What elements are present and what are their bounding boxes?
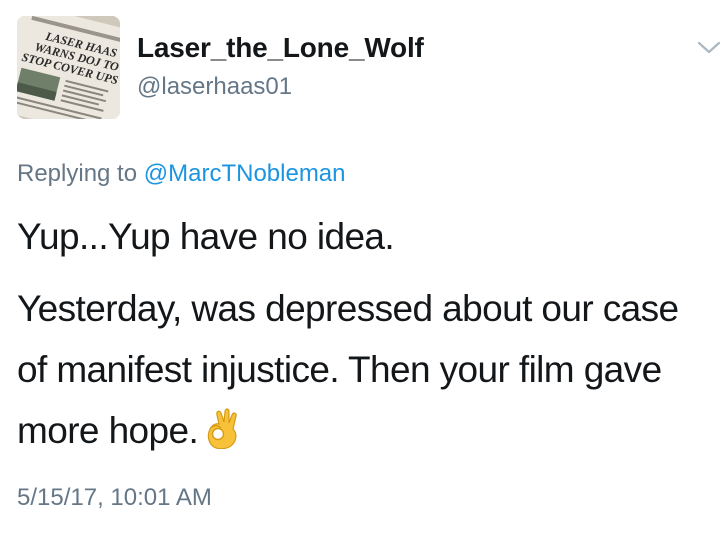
tweet-timestamp[interactable]: 5/15/17, 10:01 AM [17,484,212,512]
replying-to-label: Replying to [17,160,138,187]
avatar[interactable]: LASER HAAS WARNS DOJ TO STOP COVER UPS [17,16,120,119]
tweet-text-body: Yesterday, was depressed about our case … [17,288,679,451]
newspaper-avatar-icon: LASER HAAS WARNS DOJ TO STOP COVER UPS [17,16,120,119]
replying-to: Replying to @MarcTNobleman [17,160,346,188]
tweet-text-line-1: Yup...Yup have no idea. [17,216,395,257]
display-name[interactable]: Laser_the_Lone_Wolf [137,32,424,64]
user-handle[interactable]: @laserhaas01 [137,73,292,101]
reply-mention-link[interactable]: @MarcTNobleman [144,160,346,187]
tweet-text: Yup...Yup have no idea. Yesterday, was d… [17,206,717,461]
ok-hand-emoji-icon [204,406,242,450]
chevron-down-icon[interactable] [694,36,724,60]
tweet-card: LASER HAAS WARNS DOJ TO STOP COVER UPS L… [0,0,726,534]
tweet-text-line-2: Yesterday, was depressed about our case … [17,278,717,461]
